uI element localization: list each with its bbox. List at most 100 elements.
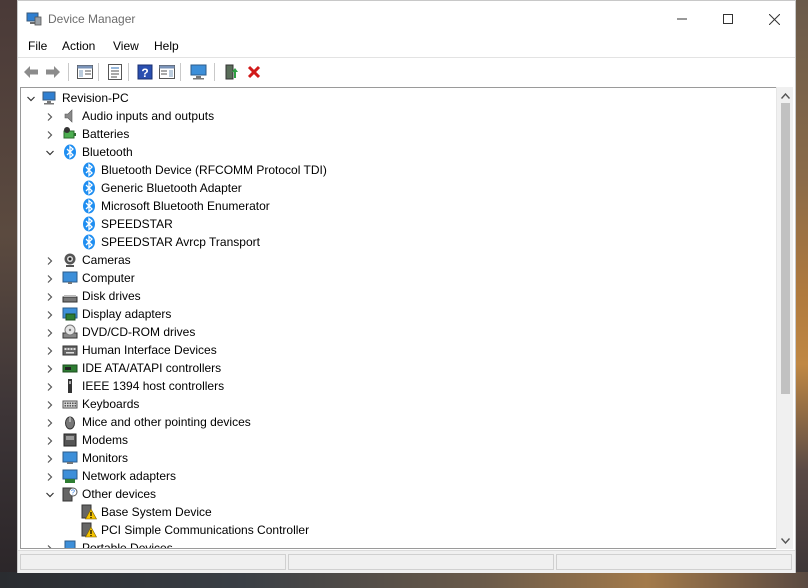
tree-category-monitors[interactable]: Monitors [21, 449, 761, 467]
tree-category-modems[interactable]: Modems [21, 431, 761, 449]
scan-hardware-button[interactable] [190, 63, 208, 81]
tree-category-computer[interactable]: Computer [21, 269, 761, 287]
tree-category-batteries[interactable]: Batteries [21, 125, 761, 143]
bluetooth-icon [81, 162, 97, 178]
other-devices-icon: ? [62, 486, 78, 502]
chevron-down-icon [781, 537, 790, 544]
tree-node-label: Audio inputs and outputs [82, 109, 215, 123]
tree-device-generic-bluetooth-adapter[interactable]: Generic Bluetooth Adapter [21, 179, 761, 197]
expand-arrow-collapsed-icon[interactable] [45, 363, 55, 373]
expand-arrow-collapsed-icon[interactable] [45, 291, 55, 301]
scan-hardware-icon [190, 64, 207, 80]
warning-device-icon [81, 504, 98, 520]
show-hide-console-tree-icon [77, 65, 93, 79]
tree-category-mice-and-other-pointing-devices[interactable]: Mice and other pointing devices [21, 413, 761, 431]
minimize-button[interactable] [659, 1, 705, 37]
svg-text:?: ? [141, 66, 148, 80]
uninstall-device-button[interactable] [245, 63, 263, 81]
tree-category-audio-inputs-and-outputs[interactable]: Audio inputs and outputs [21, 107, 761, 125]
help-button[interactable]: ? [136, 63, 154, 81]
tree-node-label: Disk drives [82, 289, 141, 303]
action-pane-icon [159, 65, 175, 79]
expand-arrow-collapsed-icon[interactable] [45, 273, 55, 283]
properties-icon [108, 64, 122, 80]
scroll-thumb[interactable] [781, 103, 790, 394]
tree-category-other-devices[interactable]: ? Other devices [21, 485, 761, 503]
enable-device-button[interactable] [222, 63, 240, 81]
keyboard-icon [62, 396, 78, 412]
help-icon: ? [137, 64, 153, 80]
tree-node-label: Modems [82, 433, 129, 447]
tree-device-speedstar-avrcp-transport[interactable]: SPEEDSTAR Avrcp Transport [21, 233, 761, 251]
expand-arrow-collapsed-icon[interactable] [45, 345, 55, 355]
bluetooth-icon [81, 234, 97, 250]
tree-device-bluetooth-device-rfcomm-protocol-tdi[interactable]: Bluetooth Device (RFCOMM Protocol TDI) [21, 161, 761, 179]
minimize-icon [677, 18, 687, 20]
tree-device-pci-simple-communications-controller[interactable]: PCI Simple Communications Controller [21, 521, 761, 539]
tree-device-speedstar[interactable]: SPEEDSTAR [21, 215, 761, 233]
tree-category-network-adapters[interactable]: Network adapters [21, 467, 761, 485]
toolbar-separator [98, 63, 99, 81]
toolbar-separator [128, 63, 129, 81]
tree-node-label: Keyboards [82, 397, 140, 411]
show-hide-console-tree-button[interactable] [76, 63, 94, 81]
expand-arrow-collapsed-icon[interactable] [45, 255, 55, 265]
disk-drive-icon [62, 288, 78, 304]
expand-arrow-collapsed-icon[interactable] [45, 417, 55, 427]
tree-category-ieee-1394-host-controllers[interactable]: IEEE 1394 host controllers [21, 377, 761, 395]
scroll-up-button[interactable] [777, 87, 794, 104]
expand-arrow-collapsed-icon[interactable] [45, 129, 55, 139]
title-bar[interactable]: Device Manager [18, 1, 795, 37]
tree-category-bluetooth[interactable]: Bluetooth [21, 143, 761, 161]
tree-category-display-adapters[interactable]: Display adapters [21, 305, 761, 323]
status-panel-1 [20, 554, 286, 570]
tree-root-node[interactable]: Revision-PC [21, 89, 761, 107]
computer-icon [62, 270, 78, 286]
tree-node-label: Portable Devices [82, 541, 173, 549]
back-button[interactable] [22, 63, 40, 81]
expand-arrow-collapsed-icon[interactable] [45, 435, 55, 445]
tree-category-human-interface-devices[interactable]: Human Interface Devices [21, 341, 761, 359]
menu-bar: File Action View Help [18, 37, 795, 57]
expand-arrow-collapsed-icon[interactable] [45, 327, 55, 337]
tree-category-ide-ata-atapi-controllers[interactable]: IDE ATA/ATAPI controllers [21, 359, 761, 377]
tree-node-label: Batteries [82, 127, 130, 141]
status-panel-3 [556, 554, 792, 570]
menu-view[interactable]: View [113, 39, 139, 53]
expand-arrow-collapsed-icon[interactable] [45, 543, 55, 548]
close-button[interactable] [751, 1, 797, 37]
expand-arrow-expanded-icon[interactable] [45, 147, 55, 157]
expand-arrow-expanded-icon[interactable] [45, 489, 55, 499]
back-icon [24, 66, 38, 78]
expand-arrow-collapsed-icon[interactable] [45, 309, 55, 319]
maximize-button[interactable] [705, 1, 751, 37]
scroll-down-button[interactable] [777, 532, 794, 549]
tree-category-keyboards[interactable]: Keyboards [21, 395, 761, 413]
tree-node-label: Revision-PC [62, 91, 129, 105]
expand-arrow-expanded-icon[interactable] [26, 93, 36, 103]
tree-node-label: Bluetooth Device (RFCOMM Protocol TDI) [101, 163, 327, 177]
action-pane-button[interactable] [158, 63, 176, 81]
tree-category-portable-devices[interactable]: Portable Devices [21, 539, 761, 549]
network-adapter-icon [62, 468, 78, 484]
menu-action[interactable]: Action [62, 39, 95, 53]
expand-arrow-collapsed-icon[interactable] [45, 399, 55, 409]
vertical-scrollbar[interactable] [776, 87, 793, 549]
tree-category-cameras[interactable]: Cameras [21, 251, 761, 269]
menu-help[interactable]: Help [154, 39, 179, 53]
device-manager-window: Device Manager File Action View Help ? R… [17, 0, 796, 573]
properties-button[interactable] [106, 63, 124, 81]
device-tree[interactable]: Revision-PC Audio inputs and outputs Batte… [20, 87, 778, 549]
window-title: Device Manager [48, 12, 136, 26]
expand-arrow-collapsed-icon[interactable] [45, 111, 55, 121]
expand-arrow-collapsed-icon[interactable] [45, 381, 55, 391]
tree-category-dvd-cd-rom-drives[interactable]: DVD/CD-ROM drives [21, 323, 761, 341]
tree-category-disk-drives[interactable]: Disk drives [21, 287, 761, 305]
forward-button[interactable] [44, 63, 62, 81]
menu-file[interactable]: File [28, 39, 47, 53]
expand-arrow-collapsed-icon[interactable] [45, 453, 55, 463]
tree-device-base-system-device[interactable]: Base System Device [21, 503, 761, 521]
tree-device-microsoft-bluetooth-enumerator[interactable]: Microsoft Bluetooth Enumerator [21, 197, 761, 215]
uninstall-device-icon [247, 65, 261, 79]
expand-arrow-collapsed-icon[interactable] [45, 471, 55, 481]
